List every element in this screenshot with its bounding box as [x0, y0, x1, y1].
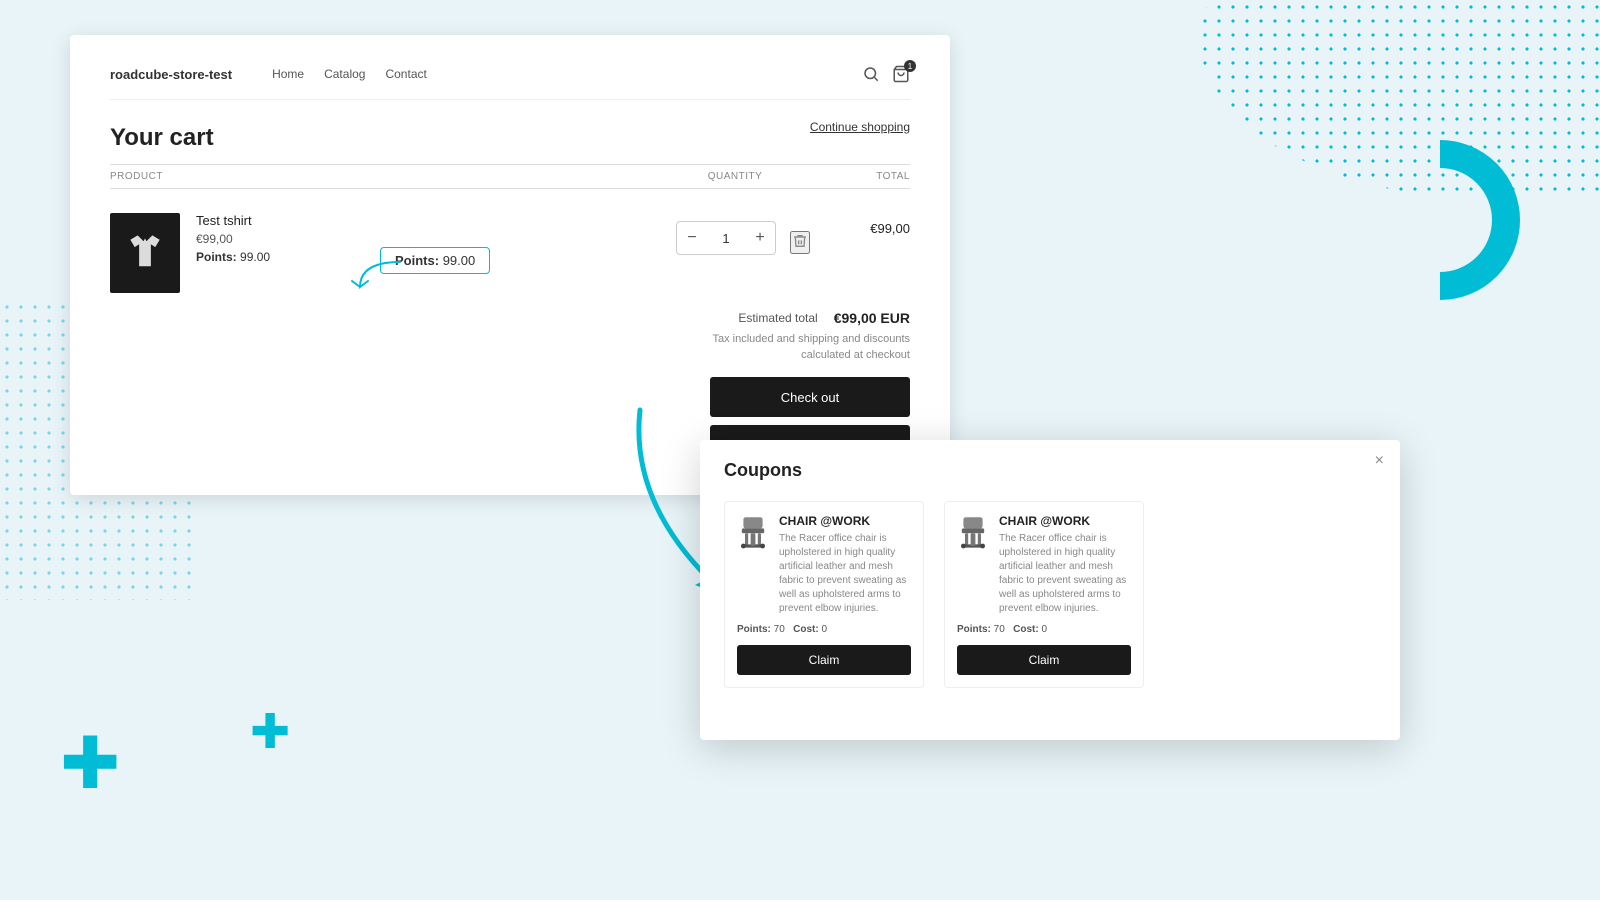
coupon-points-label-1: Points:	[737, 624, 771, 635]
coupon-cost-label-1: Cost:	[793, 624, 819, 635]
points-tooltip-wrapper: Points: 99.00	[380, 247, 490, 274]
bg-dots-top-right	[1100, 0, 1600, 200]
coupon-meta-2: Points: 70 Cost: 0	[957, 624, 1131, 635]
nav-icons: 1	[862, 65, 910, 83]
claim-button-1[interactable]: Claim	[737, 645, 911, 675]
col-product-header: PRODUCT	[110, 171, 660, 182]
coupon-info-1: CHAIR @WORK The Racer office chair is up…	[779, 514, 911, 616]
coupon-cost-value-2: 0	[1041, 624, 1047, 635]
coupon-desc-2: The Racer office chair is upholstered in…	[999, 532, 1131, 616]
nav-links: Home Catalog Contact	[272, 67, 862, 81]
nav-contact[interactable]: Contact	[385, 67, 426, 81]
quantity-increase-button[interactable]: +	[745, 222, 775, 254]
cart-window: roadcube-store-test Home Catalog Contact…	[70, 35, 950, 495]
checkout-button[interactable]: Check out	[710, 377, 910, 417]
store-name: roadcube-store-test	[110, 67, 232, 82]
coupon-desc-1: The Racer office chair is upholstered in…	[779, 532, 911, 616]
tooltip-value: 99.00	[443, 253, 476, 268]
claim-button-2[interactable]: Claim	[957, 645, 1131, 675]
product-image	[110, 213, 180, 293]
cart-icon[interactable]: 1	[892, 65, 910, 83]
coupon-title-1: CHAIR @WORK	[779, 514, 911, 528]
coupons-grid: CHAIR @WORK The Racer office chair is up…	[724, 501, 1376, 688]
coupon-card-1: CHAIR @WORK The Racer office chair is up…	[724, 501, 924, 688]
quantity-decrease-button[interactable]: −	[677, 222, 707, 254]
col-total-header: TOTAL	[810, 171, 910, 182]
coupons-modal: × Coupons CHAIR @WORK The Racer office c…	[700, 440, 1400, 740]
product-price: €99,00	[196, 232, 616, 246]
estimated-value: €99,00 EUR	[834, 310, 910, 326]
modal-close-button[interactable]: ×	[1375, 452, 1384, 470]
tshirt-icon	[123, 231, 167, 275]
estimated-label: Estimated total	[738, 311, 817, 325]
cart-title: Your cart	[110, 124, 910, 152]
cart-table-header: PRODUCT QUANTITY TOTAL	[110, 164, 910, 189]
nav-catalog[interactable]: Catalog	[324, 67, 365, 81]
points-value: 99.00	[240, 250, 270, 264]
chair-icon-2	[957, 514, 989, 554]
bg-cross-large: ✚	[60, 728, 120, 800]
coupon-points-label-2: Points:	[957, 624, 991, 635]
continue-shopping-link[interactable]: Continue shopping	[810, 120, 910, 134]
coupon-header-2: CHAIR @WORK The Racer office chair is up…	[957, 514, 1131, 616]
quantity-value: 1	[707, 231, 745, 246]
points-label: Points:	[196, 250, 237, 264]
coupon-info-2: CHAIR @WORK The Racer office chair is up…	[999, 514, 1131, 616]
coupon-title-2: CHAIR @WORK	[999, 514, 1131, 528]
coupon-points-value-2: 70	[994, 624, 1005, 635]
nav-bar: roadcube-store-test Home Catalog Contact…	[110, 65, 910, 100]
delete-item-button[interactable]	[790, 231, 810, 254]
points-arrow-svg	[350, 257, 410, 297]
modal-title: Coupons	[724, 460, 1376, 481]
nav-home[interactable]: Home	[272, 67, 304, 81]
coupon-points-value-1: 70	[774, 624, 785, 635]
coupon-cost-value-1: 0	[821, 624, 827, 635]
coupon-meta-1: Points: 70 Cost: 0	[737, 624, 911, 635]
coupon-header-1: CHAIR @WORK The Racer office chair is up…	[737, 514, 911, 616]
coupon-cost-label-2: Cost:	[1013, 624, 1039, 635]
bg-cross-small: ✚	[250, 704, 290, 760]
search-icon[interactable]	[862, 65, 880, 83]
cart-badge: 1	[904, 60, 916, 72]
chair-icon-1	[737, 514, 769, 554]
item-total: €99,00	[810, 221, 910, 236]
col-quantity-header: QUANTITY	[660, 171, 810, 182]
quantity-controls: − 1 +	[676, 221, 776, 255]
product-name: Test tshirt	[196, 213, 616, 228]
cart-item: Test tshirt €99,00 Points: 99.00 Points:…	[110, 197, 910, 309]
tax-note: Tax included and shipping and discounts …	[670, 332, 910, 363]
estimated-total-row: Estimated total €99,00 EUR	[670, 310, 910, 326]
trash-icon	[792, 233, 808, 249]
coupon-card-2: CHAIR @WORK The Racer office chair is up…	[944, 501, 1144, 688]
